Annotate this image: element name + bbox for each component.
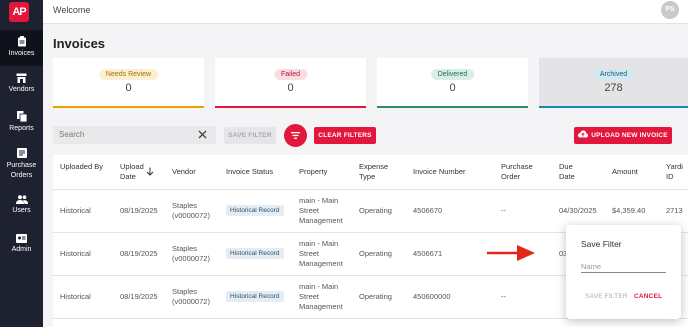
user-avatar[interactable]: PS	[661, 1, 679, 19]
status-pill: Archived	[592, 69, 635, 80]
column-header-purchase-order[interactable]: Purchase Order	[501, 162, 543, 182]
sidebar-item-vendors[interactable]: Vendors	[0, 73, 43, 97]
sidebar-item-label: Users	[12, 207, 31, 214]
cell-invoice-number[interactable]: 450600000	[413, 292, 451, 302]
sidebar-item-label: Vendors	[8, 86, 35, 93]
status-pill: Needs Review	[98, 69, 159, 80]
order-list-icon	[16, 148, 27, 158]
status-card-needs-review[interactable]: Needs Review 0	[53, 58, 204, 108]
save-filter-popup: Save Filter SAVE FILTER CANCEL	[566, 225, 681, 319]
cell-due-date: 04/30/2025	[559, 206, 597, 215]
status-card-failed[interactable]: Failed 0	[215, 58, 366, 108]
sidebar-item-label: Invoices	[8, 50, 35, 57]
cell-upload-date: 08/19/2025	[120, 292, 158, 301]
cell-uploaded-by: Historical	[60, 292, 91, 301]
cell-expense-type: Operating	[359, 249, 392, 258]
sidebar-item-label: Admin	[11, 246, 32, 253]
cell-property: main - Main Street Management	[299, 282, 343, 311]
status-count: 0	[125, 82, 132, 94]
column-header-vendor[interactable]: Vendor	[172, 167, 196, 177]
upload-label: UPLOAD NEW INVOICE	[591, 132, 668, 139]
cell-vendor: Staples (v0000072)	[172, 287, 210, 306]
sidebar-item-label: Purchase Orders	[6, 162, 37, 179]
sidebar-item-invoices[interactable]: Invoices	[0, 30, 43, 66]
popup-title: Save Filter	[581, 239, 622, 249]
filter-button[interactable]	[284, 124, 307, 147]
column-header-yardi-id[interactable]: Yardi ID	[666, 162, 688, 182]
column-header-invoice-number[interactable]: Invoice Number	[413, 167, 466, 177]
status-badge: Historical Record	[226, 248, 284, 259]
cell-purchase-order: --	[501, 206, 506, 215]
sidebar: AP Invoices Vendors Reports Purchase Ord…	[0, 0, 43, 327]
cell-vendor: Staples (v0000072)	[172, 201, 210, 220]
header-divider	[53, 189, 688, 190]
cell-invoice-number[interactable]: 4506670	[413, 206, 442, 216]
sidebar-item-reports[interactable]: Reports	[0, 111, 43, 135]
store-icon	[16, 73, 27, 83]
upload-invoice-button[interactable]: UPLOAD NEW INVOICE	[574, 127, 672, 144]
status-badge: Historical Record	[226, 205, 284, 216]
cell-vendor: Staples (v0000072)	[172, 244, 210, 263]
save-filter-button[interactable]: SAVE FILTER	[224, 127, 276, 144]
sidebar-item-admin[interactable]: Admin	[0, 233, 43, 257]
cloud-upload-icon	[578, 130, 589, 138]
cell-purchase-order: --	[501, 292, 506, 301]
cell-expense-type: Operating	[359, 206, 392, 215]
welcome-text: Welcome	[53, 5, 91, 15]
clear-filters-button[interactable]: CLEAR FILTERS	[314, 127, 376, 144]
status-count: 278	[604, 82, 623, 94]
status-pill: Delivered	[430, 69, 475, 80]
cell-invoice-number[interactable]: 4506671	[413, 249, 442, 259]
admin-icon	[16, 234, 27, 243]
sort-down-icon[interactable]	[146, 167, 154, 176]
clipboard-icon	[17, 36, 26, 47]
cell-property: main - Main Street Management	[299, 196, 343, 225]
status-card-archived[interactable]: Archived 278	[539, 58, 688, 108]
status-count: 0	[449, 82, 456, 94]
cell-upload-date: 08/19/2025	[120, 206, 158, 215]
status-count: 0	[287, 82, 294, 94]
sidebar-item-label: Reports	[9, 125, 34, 132]
popup-save-filter-button[interactable]: SAVE FILTER	[585, 293, 628, 300]
top-bar: Welcome PS	[43, 0, 688, 24]
column-header-uploaded-by[interactable]: Uploaded By	[60, 162, 110, 172]
app-logo[interactable]: AP	[9, 2, 29, 22]
red-arrow-icon	[487, 245, 535, 261]
column-header-property[interactable]: Property	[299, 167, 327, 177]
search-placeholder: Search	[59, 130, 85, 139]
cell-uploaded-by: Historical	[60, 206, 91, 215]
cell-property: main - Main Street Management	[299, 239, 343, 268]
cell-expense-type: Operating	[359, 292, 392, 301]
cell-yardi-id: 2713	[666, 206, 683, 215]
files-icon	[16, 111, 27, 122]
users-icon	[15, 195, 28, 204]
clear-search-icon[interactable]	[197, 129, 208, 140]
column-header-amount[interactable]: Amount	[612, 167, 638, 177]
search-input[interactable]: Search	[53, 126, 216, 144]
status-pill: Failed	[273, 69, 308, 80]
sidebar-item-users[interactable]: Users	[0, 195, 43, 219]
cell-uploaded-by: Historical	[60, 249, 91, 258]
column-header-due-date[interactable]: Due Date	[559, 162, 585, 182]
column-header-expense-type[interactable]: Expense Type	[359, 162, 395, 182]
cell-amount: $4,359.40	[612, 206, 646, 215]
status-card-delivered[interactable]: Delivered 0	[377, 58, 528, 108]
cell-upload-date: 08/19/2025	[120, 249, 158, 258]
status-badge: Historical Record	[226, 291, 284, 302]
filter-name-input[interactable]	[581, 261, 666, 273]
column-header-invoice-status[interactable]: Invoice Status	[226, 167, 273, 177]
page-title: Invoices	[53, 36, 106, 51]
sidebar-item-purchase-orders[interactable]: Purchase Orders	[0, 148, 43, 182]
filter-icon	[291, 132, 300, 139]
popup-cancel-button[interactable]: CANCEL	[634, 293, 662, 300]
